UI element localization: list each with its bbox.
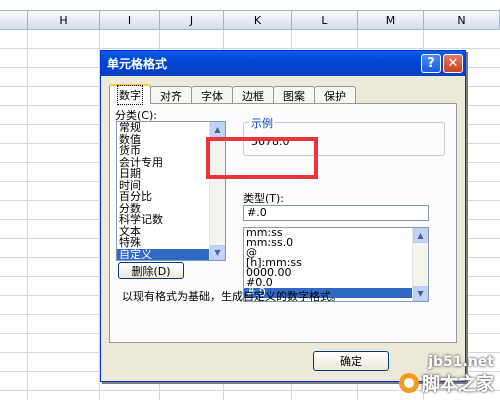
- column-header-h[interactable]: H: [28, 10, 100, 30]
- scroll-down-icon[interactable]: ▼: [413, 286, 428, 301]
- watermark-site: jb51.net: [428, 354, 494, 370]
- column-header-j[interactable]: J: [160, 10, 224, 30]
- tab-number-label: 数字: [117, 85, 143, 105]
- scroll-down-icon[interactable]: ▼: [210, 245, 225, 260]
- column-header-m[interactable]: M: [358, 10, 424, 30]
- column-headers: H I J K L M N: [0, 10, 500, 30]
- scroll-up-icon[interactable]: ▲: [210, 122, 225, 137]
- format-item[interactable]: mm:ss.0: [244, 237, 428, 248]
- tab-number[interactable]: 数字: [109, 84, 151, 105]
- dialog-title-bar[interactable]: 单元格格式: [101, 51, 465, 76]
- type-label: 类型(T):: [243, 192, 285, 205]
- highlight-box: [206, 137, 318, 179]
- dialog-tabs: 数字 对齐 字体 边框 图案 保护: [109, 84, 356, 105]
- close-icon: ✕: [447, 56, 459, 71]
- help-button[interactable]: ?: [421, 54, 441, 73]
- dialog-title: 单元格格式: [107, 57, 168, 71]
- format-scrollbar[interactable]: ▲ ▼: [412, 228, 428, 301]
- close-button[interactable]: ✕: [443, 54, 463, 73]
- tab-protection[interactable]: 保护: [314, 86, 356, 104]
- format-description: 以现有格式为基础，生成自定义的数字格式。: [122, 290, 342, 303]
- tab-alignment[interactable]: 对齐: [150, 86, 192, 104]
- grid-row: [0, 30, 500, 49]
- watermark-brand: 脚本之家: [399, 370, 494, 396]
- type-input[interactable]: #.0: [243, 205, 429, 221]
- tab-patterns[interactable]: 图案: [273, 86, 315, 104]
- scroll-up-icon[interactable]: ▲: [413, 228, 428, 243]
- tab-border[interactable]: 边框: [232, 86, 274, 104]
- sample-label: 示例: [249, 115, 275, 131]
- column-header-n[interactable]: N: [424, 10, 500, 30]
- watermark-logo-icon: [399, 373, 419, 393]
- column-header-l[interactable]: L: [292, 10, 358, 30]
- tab-font-label: 字体: [201, 89, 223, 103]
- watermark-name: 脚本之家: [422, 374, 494, 395]
- column-header-blank: [0, 10, 28, 30]
- column-header-i[interactable]: I: [100, 10, 160, 30]
- format-item[interactable]: #0.0: [244, 277, 428, 288]
- format-cells-dialog: 单元格格式 ? ✕ 数字 对齐 字体 边框 图案 保护 分类(C): 常规 数值…: [100, 50, 466, 382]
- watermark: jb51.net 脚本之家: [399, 354, 494, 396]
- tab-alignment-label: 对齐: [160, 89, 182, 103]
- help-icon: ?: [427, 56, 435, 71]
- tab-patterns-label: 图案: [283, 89, 305, 103]
- delete-button[interactable]: 删除(D): [118, 262, 184, 279]
- tab-border-label: 边框: [242, 89, 264, 103]
- tab-protection-label: 保护: [324, 89, 346, 103]
- column-header-k[interactable]: K: [224, 10, 292, 30]
- ok-button[interactable]: 确定: [313, 351, 389, 371]
- tab-font[interactable]: 字体: [191, 86, 233, 104]
